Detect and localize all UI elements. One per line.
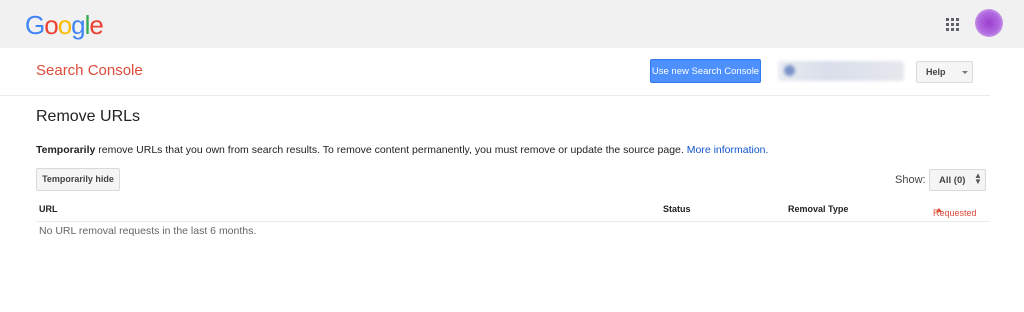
search-console-header: Search Console Use new Search Console He… <box>0 48 990 96</box>
temporarily-hide-button[interactable]: Temporarily hide <box>36 168 120 191</box>
apps-grid-icon[interactable] <box>946 18 959 31</box>
show-label: Show: <box>895 174 926 186</box>
chevron-down-icon <box>962 71 968 74</box>
sort-arrows-icon: ▲ ▼ <box>974 171 982 186</box>
use-new-search-console-button[interactable]: Use new Search Console <box>650 59 761 83</box>
help-button-label: Help <box>926 67 946 77</box>
more-information-link[interactable]: More information. <box>687 144 769 156</box>
desc-bold: Temporarily <box>36 144 96 156</box>
logo-letter: G <box>25 10 45 40</box>
product-title[interactable]: Search Console <box>36 62 143 79</box>
help-button[interactable]: Help <box>916 61 973 83</box>
column-url[interactable]: URL <box>39 204 58 214</box>
logo-letter: e <box>89 10 104 40</box>
table-header: URL Status Removal Type Requested <box>36 200 990 222</box>
logo-letter: g <box>71 10 86 40</box>
logo-letter: o <box>57 10 73 40</box>
column-removal-type[interactable]: Removal Type <box>788 204 848 214</box>
desc-text: remove URLs that you own from search res… <box>95 144 687 156</box>
column-status[interactable]: Status <box>663 204 691 214</box>
account-selector[interactable] <box>778 61 904 81</box>
account-avatar[interactable] <box>975 9 1003 37</box>
site-avatar <box>784 65 795 76</box>
show-filter-select[interactable]: All (0) ▲ ▼ <box>929 169 986 191</box>
google-logo[interactable]: Google <box>25 10 104 41</box>
google-top-bar: Google <box>0 0 1024 48</box>
empty-table-message: No URL removal requests in the last 6 mo… <box>39 225 257 237</box>
logo-letter: o <box>44 10 59 40</box>
page-title: Remove URLs <box>36 108 141 125</box>
show-filter-value: All (0) <box>939 175 966 186</box>
page-description: Temporarily remove URLs that you own fro… <box>36 144 768 156</box>
sort-ascending-icon <box>936 208 942 212</box>
